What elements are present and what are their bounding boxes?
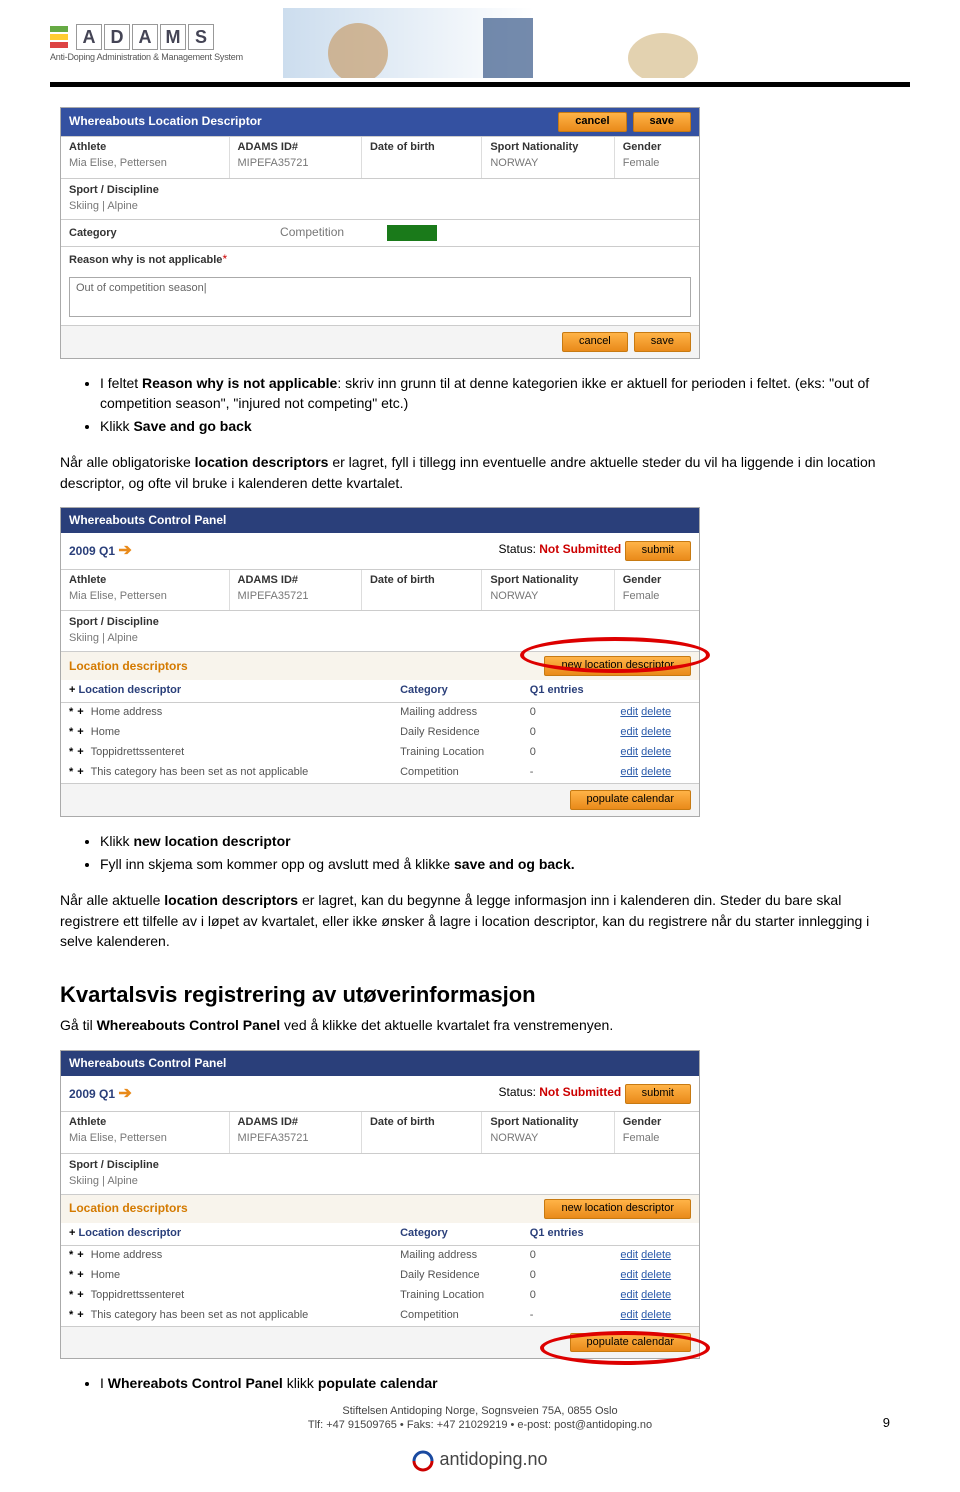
edit-link[interactable]: edit — [620, 1269, 638, 1281]
footer-address: Stiftelsen Antidoping Norge, Sognsveien … — [60, 1404, 900, 1433]
submit-button[interactable]: submit — [625, 541, 691, 561]
antidoping-logo: antidoping.no — [60, 1446, 900, 1472]
category-value: Competition — [280, 225, 344, 239]
delete-link[interactable]: delete — [641, 1249, 671, 1261]
nationality-value: NORWAY — [490, 156, 605, 172]
delete-link[interactable]: delete — [641, 766, 671, 778]
adams-logo: A D A M S — [50, 24, 243, 50]
bullet-save-go-back: Klikk Save and go back — [100, 416, 900, 436]
delete-link[interactable]: delete — [641, 706, 671, 718]
sport-label: Sport / Discipline — [69, 183, 691, 199]
header-athlete-image — [283, 8, 910, 78]
edit-link[interactable]: edit — [620, 1289, 638, 1301]
edit-link[interactable]: edit — [620, 746, 638, 758]
section-heading-quarterly: Kvartalsvis registrering av utøverinform… — [60, 979, 900, 1011]
athlete-value: Mia Elise, Pettersen — [69, 156, 221, 172]
bullet-populate-calendar: I Whereabots Control Panel klikk populat… — [100, 1373, 900, 1393]
table-row: *+ Home addressMailing address0edit dele… — [61, 1245, 699, 1265]
submit-button-2[interactable]: submit — [625, 1084, 691, 1104]
arrow-right-icon[interactable]: ➔ — [118, 1085, 131, 1102]
panel-title: Whereabouts Location Descriptor — [69, 113, 262, 130]
green-indicator — [387, 225, 437, 241]
location-descriptors-header: Location descriptors — [69, 658, 188, 675]
cancel-button[interactable]: cancel — [558, 112, 626, 132]
logo-subtitle: Anti-Doping Administration & Management … — [50, 52, 243, 62]
table-row: *+ ToppidrettssenteretTraining Location0… — [61, 743, 699, 763]
edit-link[interactable]: edit — [620, 726, 638, 738]
save-button-footer[interactable]: save — [634, 332, 691, 352]
new-location-descriptor-button[interactable]: new location descriptor — [544, 656, 691, 676]
paragraph-all-saved: Når alle aktuelle location descriptors e… — [60, 890, 900, 951]
sport-value: Skiing | Alpine — [69, 199, 691, 215]
delete-link[interactable]: delete — [641, 726, 671, 738]
edit-link[interactable]: edit — [620, 1309, 638, 1321]
delete-link[interactable]: delete — [641, 1289, 671, 1301]
nationality-label: Sport Nationality — [490, 140, 605, 156]
dob-label: Date of birth — [370, 140, 473, 156]
table-row: *+ Home addressMailing address0edit dele… — [61, 703, 699, 723]
gender-value: Female — [623, 156, 691, 172]
gender-label: Gender — [623, 140, 691, 156]
bullet-new-location: Klikk new location descriptor — [100, 831, 900, 851]
edit-link[interactable]: edit — [620, 1249, 638, 1261]
location-descriptors-table: + Location descriptor Category Q1 entrie… — [61, 680, 699, 783]
edit-link[interactable]: edit — [620, 766, 638, 778]
page-number: 9 — [883, 1414, 890, 1433]
header-divider — [50, 82, 910, 87]
delete-link[interactable]: delete — [641, 1269, 671, 1281]
paragraph-obligatory: Når alle obligatoriske location descript… — [60, 452, 900, 493]
reason-label: Reason why is not applicable — [69, 254, 222, 266]
status-value: Not Submitted — [539, 542, 621, 556]
location-descriptors-table-2: + Location descriptor Category Q1 entrie… — [61, 1223, 699, 1326]
table-row: *+ HomeDaily Residence0edit delete — [61, 723, 699, 743]
populate-calendar-button-2[interactable]: populate calendar — [570, 1333, 691, 1353]
arrow-right-icon[interactable]: ➔ — [118, 542, 131, 559]
delete-link[interactable]: delete — [641, 1309, 671, 1321]
quarter-label: 2009 Q1 — [69, 544, 115, 558]
bullet-reason: I feltet Reason why is not applicable: s… — [100, 373, 900, 414]
reason-textarea[interactable]: Out of competition season| — [69, 277, 691, 317]
category-label: Category — [69, 227, 117, 239]
table-row: *+ HomeDaily Residence0edit delete — [61, 1266, 699, 1286]
status-label: Status: — [499, 542, 536, 556]
populate-calendar-button[interactable]: populate calendar — [570, 790, 691, 810]
delete-link[interactable]: delete — [641, 746, 671, 758]
control-panel-2: Whereabouts Control Panel 2009 Q1 ➔ Stat… — [60, 1050, 700, 1360]
paragraph-goto-control-panel: Gå til Whereabouts Control Panel ved å k… — [60, 1015, 900, 1035]
new-location-descriptor-button-2[interactable]: new location descriptor — [544, 1199, 691, 1219]
cancel-button-footer[interactable]: cancel — [562, 332, 628, 352]
bullet-fill-form: Fyll inn skjema som kommer opp og avslut… — [100, 854, 900, 874]
control-panel-title-2: Whereabouts Control Panel — [69, 1055, 226, 1072]
table-row: *+ ToppidrettssenteretTraining Location0… — [61, 1286, 699, 1306]
control-panel-title: Whereabouts Control Panel — [69, 512, 226, 529]
quarter-label-2: 2009 Q1 — [69, 1087, 115, 1101]
edit-link[interactable]: edit — [620, 706, 638, 718]
adamsid-value: MIPEFA35721 — [238, 156, 353, 172]
save-button[interactable]: save — [633, 112, 691, 132]
table-row: *+ This category has been set as not app… — [61, 763, 699, 783]
control-panel-1: Whereabouts Control Panel 2009 Q1 ➔ Stat… — [60, 507, 700, 817]
table-row: *+ This category has been set as not app… — [61, 1306, 699, 1326]
required-asterisk: * — [222, 252, 227, 266]
adamsid-label: ADAMS ID# — [238, 140, 353, 156]
location-descriptor-panel: Whereabouts Location Descriptor cancel s… — [60, 107, 700, 359]
athlete-label: Athlete — [69, 140, 221, 156]
